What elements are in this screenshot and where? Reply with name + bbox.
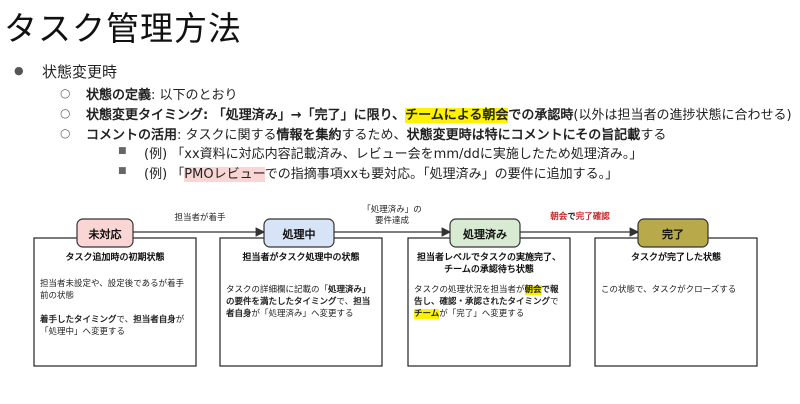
box-body: 着手したタイミングで、担当者自身が「処理中」へ変更する (40, 314, 190, 338)
box-body: 担当者未設定や、設定後であるが着手前の状態 (40, 279, 185, 301)
box-text: が「完了」へ変更する (439, 309, 525, 319)
stage-label: 処理済み (463, 228, 507, 241)
box-bold: 担当者自身 (133, 315, 176, 325)
box-title-line: チームの承認待ち状態 (444, 265, 534, 275)
arrow-label-requirements: 「処理済み」の 要件達成 (347, 205, 437, 227)
box-bold: 着手したタイミング (40, 315, 117, 325)
box-text: タスクの処理状況を担当者が (414, 285, 525, 295)
box-body: タスクの処理状況を担当者が朝会で報告し、確認・承認されたタイミングでチームが「完… (414, 284, 566, 320)
box-text: で (550, 297, 559, 307)
arrow-label-red: 朝会 (550, 212, 568, 222)
arrow-label-start: 担当者が着手 (174, 213, 226, 223)
box-text: で、 (336, 297, 354, 307)
arrow-label-line: 「処理済み」の (362, 205, 422, 215)
arrow-label-meeting: 朝会で完了確認 (535, 212, 625, 223)
stage-label: 処理中 (282, 228, 316, 241)
box-title: タスク追加時の初期状態 (65, 253, 165, 263)
box-title-line: 担当者レベルでタスクの実施完了、 (416, 253, 561, 263)
box-title: タスクが完了した状態 (630, 253, 721, 263)
box-text: タスクの詳細欄に記載の「 (226, 285, 329, 295)
box-text: で、 (116, 315, 134, 325)
highlight-meeting: 朝会 (524, 285, 542, 295)
arrow-label-line: 要件達成 (374, 216, 409, 226)
arrow-label-black: で (567, 212, 576, 222)
box-title: 担当者レベルでタスクの実施完了、 チームの承認待ち状態 (408, 252, 570, 276)
box-body: この状態で、タスクがクローズする (601, 285, 737, 295)
box-body: タスクの詳細欄に記載の「処理済み」の要件を満たしたタイミングで、担当者自身が「処… (226, 284, 376, 320)
stage-label: 完了 (662, 228, 684, 241)
stage-label: 未対応 (88, 228, 122, 241)
arrow-label-red: 完了確認 (575, 212, 610, 222)
box-title: 担当者がタスク処理中の状態 (242, 253, 360, 263)
flow-diagram (33, 218, 758, 367)
highlight-team: チーム (414, 309, 440, 319)
box-text: が「処理済み」へ変更する (251, 309, 354, 319)
